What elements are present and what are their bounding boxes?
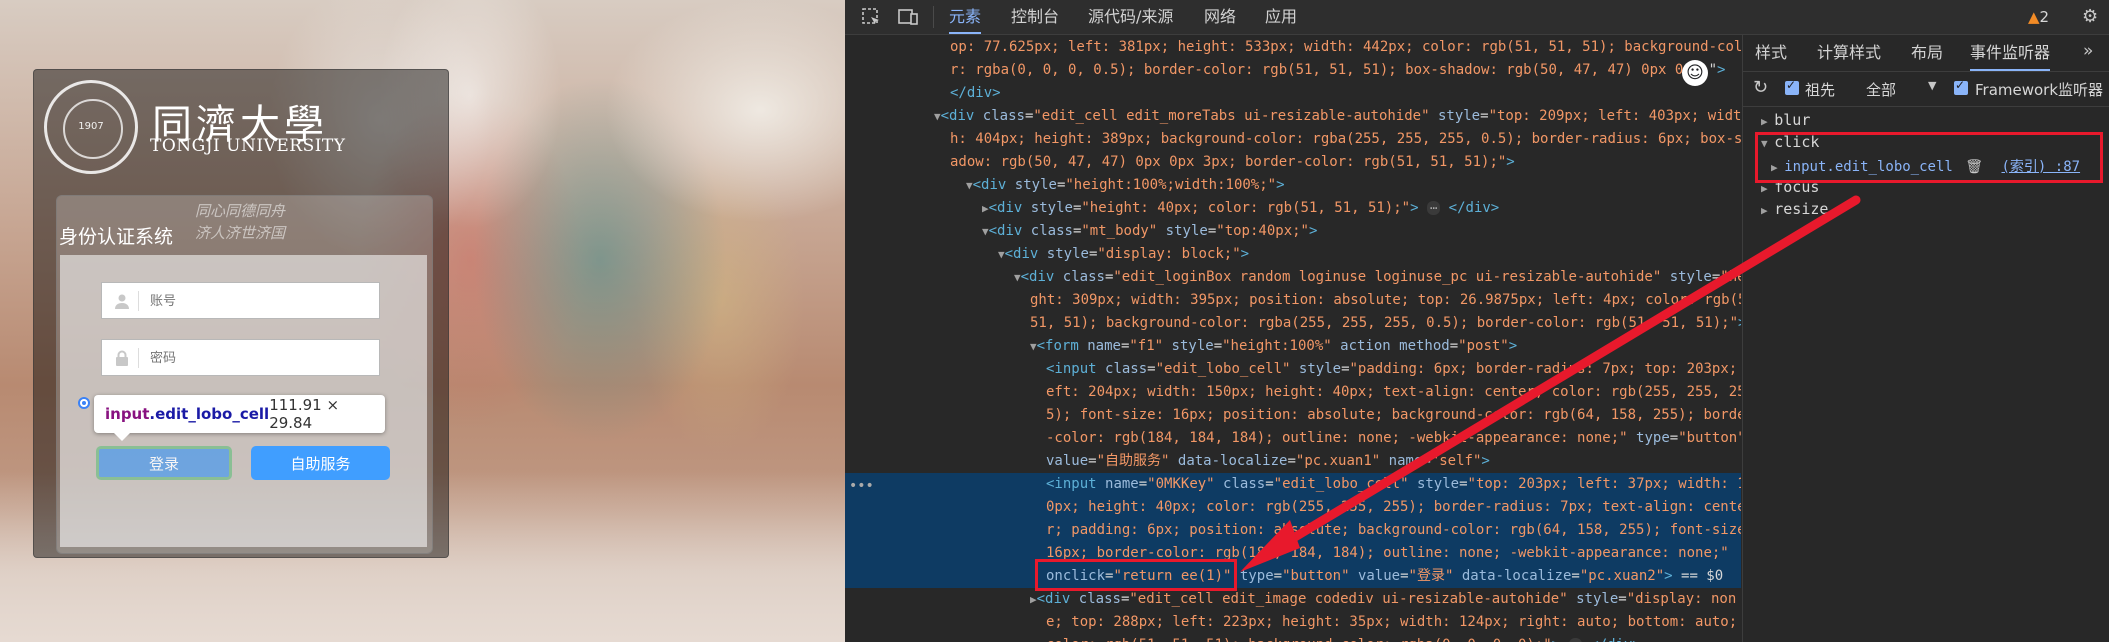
tooltip-tag: input [105, 405, 150, 423]
sidebar-pane: 样式 计算样式 布局 事件监听器 » ↻ 祖先 全部 ▼ Framework监听… [1742, 35, 2109, 642]
system-title: 身份认证系统 [59, 226, 174, 248]
dom-tree-line[interactable]: <input class="edit_lobo_cell" style="pad… [845, 358, 1741, 381]
settings-gear-icon[interactable]: ⚙ [2082, 6, 2098, 27]
dom-tree-line[interactable]: ▼<div class="mt_body" style="top:40px;"> [845, 220, 1741, 243]
accessibility-icon[interactable]: ☺ [1682, 60, 1708, 86]
dom-tree-line[interactable]: ght: 309px; width: 395px; position: abso… [845, 289, 1741, 312]
tab-application[interactable]: 应用 [1265, 0, 1297, 34]
dom-tree-line[interactable]: -color: rgb(184, 184, 184); outline: non… [845, 427, 1741, 450]
dom-tree-line[interactable]: op: 77.625px; left: 381px; height: 533px… [845, 36, 1741, 59]
ancestors-label: 祖先 [1805, 81, 1836, 99]
slogan-watermark: 同心同德同舟 济人济世济国 [195, 202, 286, 242]
dom-tree-line[interactable]: ▶<div class="edit_cell edit_image codedi… [845, 588, 1741, 611]
dom-tree-line[interactable]: h: 404px; height: 389px; background-colo… [845, 128, 1741, 151]
username-input[interactable] [148, 283, 377, 320]
tab-styles[interactable]: 样式 [1755, 35, 1787, 71]
framework-label: Framework监听器 [1975, 81, 2104, 99]
dom-tree-line[interactable]: r; padding: 6px; position: absolute; bac… [845, 519, 1741, 542]
dom-tree-line[interactable]: onclick="return ee(1)" type="button" val… [845, 565, 1741, 588]
framework-checkbox[interactable] [1954, 78, 1968, 95]
dom-tree-line[interactable]: e; top: 288px; left: 223px; height: 35px… [845, 611, 1741, 634]
dom-tree-line[interactable]: r: rgba(0, 0, 0, 0.5); border-color: rgb… [845, 59, 1741, 82]
tab-elements[interactable]: 元素 [949, 0, 982, 34]
dom-tree-line[interactable]: <input name="0MKKey" class="edit_lobo_ce… [845, 473, 1741, 496]
devtools-panel: 元素 控制台 源代码/来源 网络 应用 ▲2 ⚙ op: 77.625px; l… [845, 0, 2109, 642]
tooltip-class: .edit_lobo_cell [149, 405, 270, 423]
tab-sources[interactable]: 源代码/来源 [1088, 0, 1173, 34]
login-type-radio[interactable] [78, 397, 90, 409]
dom-tree-line[interactable]: 5); font-size: 16px; position: absolute;… [845, 404, 1741, 427]
dom-tree-line[interactable]: </div> [845, 82, 1741, 105]
dom-tree-line[interactable]: 0px; height: 40px; color: rgb(255, 255, … [845, 496, 1741, 519]
dom-tree-line[interactable]: ▼<div style="display: block;"> [845, 243, 1741, 266]
dom-tree-line[interactable]: 51, 51); background-color: rgba(255, 255… [845, 312, 1741, 335]
seal-year: 1907 [78, 121, 104, 132]
lock-icon [116, 350, 128, 366]
event-resize[interactable]: ▶ resize [1761, 200, 1828, 218]
tab-computed[interactable]: 计算样式 [1817, 35, 1881, 71]
refresh-icon[interactable]: ↻ [1753, 77, 1768, 98]
dom-tree-line[interactable]: ▼<div class="edit_cell edit_moreTabs ui-… [845, 105, 1741, 128]
devtools-toolbar: 元素 控制台 源代码/来源 网络 应用 ▲2 ⚙ [845, 0, 2109, 35]
dom-tree-line[interactable]: ▶<div style="height: 40px; color: rgb(51… [845, 197, 1741, 220]
tooltip-dimensions: 111.91 × 29.84 [269, 396, 340, 432]
user-icon [115, 294, 129, 309]
listener-filter-bar: ↻ 祖先 全部 ▼ Framework监听器 [1743, 72, 2109, 107]
tab-event-listeners[interactable]: 事件监听器 [1970, 35, 2051, 71]
dom-tree-line[interactable]: ▼<form name="f1" style="height:100%" act… [845, 335, 1741, 358]
inspect-element-icon[interactable] [860, 6, 882, 28]
tab-layout[interactable]: 布局 [1911, 35, 1943, 71]
tab-network[interactable]: 网络 [1204, 0, 1236, 34]
warning-count: 2 [2039, 8, 2050, 26]
dom-tree-line[interactable]: value="自助服务" data-localize="pc.xuan1" na… [845, 450, 1741, 473]
row-more-icon[interactable]: ••• [849, 478, 874, 494]
elements-tree: op: 77.625px; left: 381px; height: 533px… [845, 35, 1741, 642]
dom-tree-line[interactable]: ▼<div class="edit_loginBox random loginu… [845, 266, 1741, 289]
dom-tree-line[interactable]: adow: rgb(50, 47, 47) 0px 0px 3px; borde… [845, 151, 1741, 174]
warning-icon: ▲ [2028, 8, 2040, 26]
event-blur[interactable]: ▶ blur [1761, 111, 1810, 129]
field-divider [138, 291, 139, 311]
university-seal-icon: 1907 [44, 80, 138, 174]
click-event-highlight [1755, 132, 2103, 183]
onclick-highlight [1035, 559, 1237, 591]
login-page: 1907 同濟大學 TONGJI UNIVERSITY 同心同德同舟 济人济世济… [0, 0, 845, 642]
password-input[interactable] [148, 340, 377, 377]
password-field[interactable] [101, 339, 380, 377]
device-toolbar-icon[interactable] [897, 6, 919, 28]
username-field[interactable] [101, 282, 380, 320]
dom-tree-line[interactable]: color: rgb(51, 51, 51); background-color… [845, 634, 1741, 642]
chevron-down-icon[interactable]: ▼ [1928, 79, 1936, 92]
self-service-button[interactable]: 自助服务 [251, 446, 390, 480]
login-button[interactable]: 登录 [96, 446, 232, 480]
dom-tree-line[interactable]: ▼<div style="height:100%;width:100%;"> [845, 174, 1741, 197]
more-tabs-icon[interactable]: » [2083, 41, 2093, 61]
ancestors-checkbox[interactable] [1785, 78, 1799, 95]
tab-console[interactable]: 控制台 [1011, 0, 1059, 34]
dom-tree-line[interactable]: eft: 204px; width: 150px; height: 40px; … [845, 381, 1741, 404]
brand-name-en: TONGJI UNIVERSITY [150, 136, 346, 156]
field-divider [138, 348, 139, 368]
sidebar-tabs: 样式 计算样式 布局 事件监听器 » [1743, 35, 2109, 72]
filter-select[interactable]: 全部 [1866, 79, 1896, 100]
dom-tree-line[interactable]: 16px; border-color: rgb(184, 184, 184); … [845, 542, 1741, 565]
inspect-tooltip: input .edit_lobo_cell 111.91 × 29.84 [94, 395, 385, 441]
toolbar-separator [933, 6, 934, 28]
warning-counter[interactable]: ▲2 [2028, 0, 2049, 34]
